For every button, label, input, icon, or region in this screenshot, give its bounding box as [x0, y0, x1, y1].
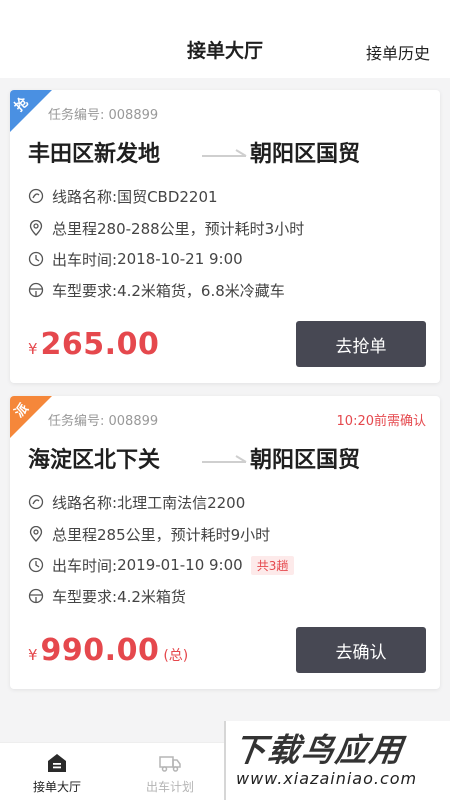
watermark: 下载鸟应用 www.xiazainiao.com	[224, 721, 450, 800]
order-history-link[interactable]: 接单历史	[366, 40, 430, 64]
top-nav-bar: 接单大厅 接单历史	[0, 0, 450, 78]
location-pin-icon	[28, 526, 44, 542]
confirm-deadline: 10:20前需确认	[336, 414, 426, 429]
route-name-value: 国贸CBD2201	[117, 187, 218, 206]
task-number: 任务编号: 008899	[48, 108, 159, 123]
route: 丰田区新发地 朝阳区国贸	[28, 136, 428, 170]
route-arrow-icon	[202, 149, 247, 157]
origin: 海淀区北下关	[28, 448, 161, 473]
grab-badge: 抢	[10, 90, 52, 132]
watermark-title: 下载鸟应用	[231, 731, 407, 769]
departure-label: 出车时间:	[52, 556, 118, 575]
price-total-note: (总)	[163, 648, 189, 664]
steering-wheel-icon	[28, 282, 44, 298]
steering-wheel-icon	[28, 588, 44, 604]
route-name-row: 线路名称: 国贸CBD2201	[28, 185, 428, 207]
price-amount: 265.00	[40, 327, 160, 362]
vehicle-value: 4.2米箱货，6.8米冷藏车	[117, 281, 285, 300]
vehicle-row: 车型要求: 4.2米箱货	[28, 585, 428, 607]
vehicle-row: 车型要求: 4.2米箱货，6.8米冷藏车	[28, 279, 428, 301]
departure-label: 出车时间:	[52, 250, 118, 269]
confirm-order-button[interactable]: 去确认	[296, 627, 426, 673]
vehicle-label: 车型要求:	[52, 281, 118, 300]
route-arrow-icon	[202, 455, 247, 463]
route-icon	[28, 188, 44, 204]
departure-value: 2019-01-10 9:00	[117, 556, 243, 574]
price: ¥ 265.00	[28, 327, 159, 362]
departure-row: 出车时间: 2018-10-21 9:00	[28, 248, 428, 270]
price-amount: 990.00	[40, 633, 160, 668]
distance-row: 总里程285公里，预计耗时9小时	[28, 523, 428, 545]
order-card[interactable]: 派 任务编号: 008899 10:20前需确认 海淀区北下关 朝阳区国贸 线路…	[10, 396, 440, 689]
vehicle-label: 车型要求:	[52, 587, 118, 606]
departure-row: 出车时间: 2019-01-10 9:00 共3趟	[28, 554, 428, 576]
vehicle-value: 4.2米箱货	[117, 587, 186, 606]
route-name-label: 线路名称:	[52, 187, 118, 206]
currency-symbol: ¥	[28, 646, 38, 664]
route-name-value: 北理工南法信2200	[117, 493, 246, 512]
distance-value: 总里程280-288公里，预计耗时3小时	[52, 219, 305, 238]
watermark-url: www.xiazainiao.com	[236, 769, 418, 788]
route: 海淀区北下关 朝阳区国贸	[28, 442, 428, 476]
distance-value: 总里程285公里，预计耗时9小时	[52, 525, 271, 544]
distance-row: 总里程280-288公里，预计耗时3小时	[28, 217, 428, 239]
clock-icon	[28, 557, 44, 573]
grab-order-button[interactable]: 去抢单	[296, 321, 426, 367]
currency-symbol: ¥	[28, 340, 38, 358]
price: ¥ 990.00 (总)	[28, 633, 188, 668]
truck-icon	[158, 751, 182, 775]
clock-icon	[28, 251, 44, 267]
task-number: 任务编号: 008899	[48, 414, 159, 429]
origin: 丰田区新发地	[28, 142, 161, 167]
route-name-label: 线路名称:	[52, 493, 118, 512]
destination: 朝阳区国贸	[250, 142, 361, 167]
route-icon	[28, 494, 44, 510]
order-card[interactable]: 抢 任务编号: 008899 丰田区新发地 朝阳区国贸 线路名称: 国贸CBD2…	[10, 90, 440, 383]
location-pin-icon	[28, 220, 44, 236]
trip-count-badge: 共3趟	[250, 555, 295, 575]
tab-departure-plan[interactable]: 出车计划	[120, 743, 220, 800]
assigned-badge: 派	[10, 396, 52, 438]
tab-label: 出车计划	[145, 780, 194, 794]
departure-value: 2018-10-21 9:00	[117, 250, 243, 268]
hall-icon	[45, 751, 69, 775]
tab-order-hall[interactable]: 接单大厅	[7, 743, 107, 800]
tab-label: 接单大厅	[32, 780, 81, 794]
route-name-row: 线路名称: 北理工南法信2200	[28, 491, 428, 513]
destination: 朝阳区国贸	[250, 448, 361, 473]
